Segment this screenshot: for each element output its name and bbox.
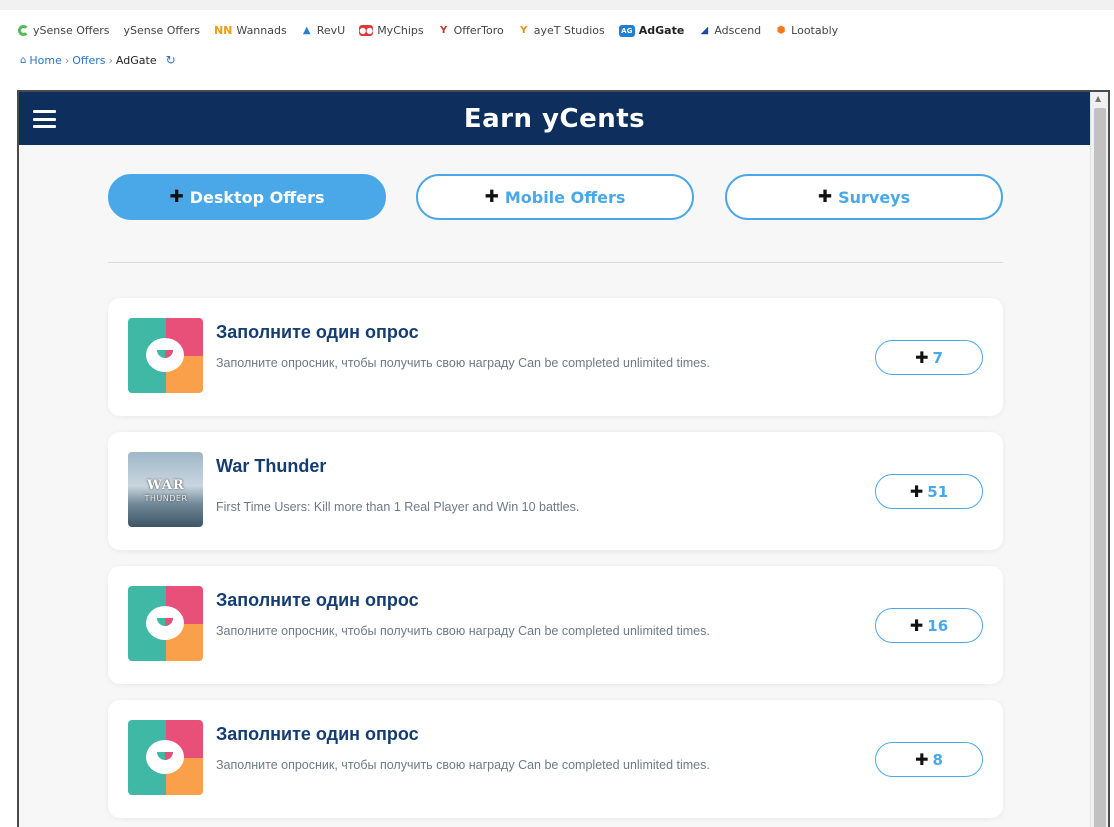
desktop-offers-button[interactable]: ✚ Desktop Offers: [108, 174, 386, 220]
plus-icon: ✚: [169, 187, 184, 207]
offer-title: Заполните один опрос: [216, 322, 419, 342]
tab-label: AdGate: [638, 24, 685, 37]
mobile-offers-button[interactable]: ✚ Mobile Offers: [416, 174, 694, 220]
plus-icon: ✚: [484, 187, 499, 207]
divider: [108, 262, 1003, 263]
war-thunder-thumbnail: WAR THUNDER: [128, 452, 203, 527]
survey-offer-thumbnail: [128, 318, 203, 393]
plus-icon: ✚: [915, 750, 929, 769]
ayet-icon: Y: [520, 24, 528, 36]
offer-card[interactable]: Заполните один опрос Заполните опросник,…: [108, 298, 1003, 416]
tab-label: MyChips: [377, 24, 424, 37]
adscend-icon: ◢: [700, 24, 709, 36]
category-label: Mobile Offers: [504, 187, 626, 207]
tab-revu[interactable]: ▲ RevU: [301, 24, 345, 37]
war-thunder-logo-sub: THUNDER: [144, 494, 188, 503]
tab-label: OfferToro: [453, 24, 504, 37]
tab-adgate[interactable]: AG AdGate: [618, 24, 685, 37]
tab-label: ySense Offers: [33, 24, 110, 37]
tab-label: Adscend: [714, 24, 762, 37]
breadcrumb-offers-link[interactable]: Offers: [72, 54, 105, 67]
offer-reward-button[interactable]: ✚ 7: [875, 340, 983, 375]
offer-note: Can be completed unlimited times.: [518, 758, 710, 772]
plus-icon: ✚: [909, 616, 924, 635]
offer-description: Заполните опросник, чтобы получить свою …: [216, 354, 736, 373]
offerwall-header: Earn yCents: [19, 92, 1090, 145]
tab-mychips[interactable]: ●● MyChips: [359, 24, 424, 37]
offer-desc-text: First Time Users: Kill more than 1 Real …: [216, 500, 580, 514]
offer-note: Can be completed unlimited times.: [518, 356, 710, 370]
scrollbar[interactable]: ▲: [1090, 92, 1108, 827]
spiral-icon: [18, 25, 29, 36]
offerwall-tabs: ySense Offers ySense Offers NN Wannads ▲…: [18, 24, 838, 37]
offer-title: Заполните один опрос: [216, 590, 419, 610]
scrollbar-thumb[interactable]: [1094, 108, 1106, 827]
offer-reward-button[interactable]: ✚ 8: [875, 742, 983, 777]
plus-icon: ✚: [915, 348, 929, 367]
offer-desc-text: Заполните опросник, чтобы получить свою …: [216, 758, 515, 772]
tab-label: ayeT Studios: [533, 24, 605, 37]
tab-offertoro[interactable]: Y OfferToro: [438, 24, 504, 37]
tab-adscend[interactable]: ◢ Adscend: [698, 24, 761, 37]
category-label: Desktop Offers: [189, 187, 325, 207]
plus-icon: ✚: [909, 482, 924, 501]
offer-card[interactable]: Заполните один опрос Заполните опросник,…: [108, 566, 1003, 684]
adgate-icon: AG: [618, 24, 635, 37]
reward-value: 7: [932, 348, 943, 367]
scroll-up-arrow-icon[interactable]: ▲: [1095, 94, 1101, 103]
tab-wannads[interactable]: NN Wannads: [214, 24, 287, 37]
surveys-button[interactable]: ✚ Surveys: [725, 174, 1003, 220]
offer-desc-text: Заполните опросник, чтобы получить свою …: [216, 624, 515, 638]
tab-label: Lootably: [791, 24, 839, 37]
category-label: Surveys: [838, 187, 911, 207]
home-icon: ⌂: [20, 54, 27, 66]
breadcrumb-home-link[interactable]: Home: [29, 54, 61, 67]
offer-note: Can be completed unlimited times.: [518, 624, 710, 638]
tab-label: RevU: [316, 24, 346, 37]
lootably-icon: ⬢: [776, 24, 786, 36]
refresh-icon[interactable]: ↻: [166, 53, 176, 67]
breadcrumb-separator: ›: [108, 53, 113, 67]
reward-value: 51: [927, 482, 949, 501]
offer-reward-button[interactable]: ✚ 51: [875, 474, 983, 509]
survey-offer-thumbnail: [128, 586, 203, 661]
offer-card[interactable]: Заполните один опрос Заполните опросник,…: [108, 700, 1003, 818]
offertoro-icon: Y: [440, 24, 448, 36]
offer-title: War Thunder: [216, 456, 327, 476]
offerwall-frame: Earn yCents ✚ Desktop Offers ✚ Mobile Of…: [17, 90, 1110, 827]
reward-value: 8: [932, 750, 943, 769]
survey-offer-thumbnail: [128, 720, 203, 795]
breadcrumb: ⌂ Home › Offers › AdGate ↻: [20, 53, 176, 67]
offer-card[interactable]: WAR THUNDER War Thunder First Time Users…: [108, 432, 1003, 550]
tab-label: ySense Offers: [123, 24, 200, 37]
tab-label: Wannads: [236, 24, 287, 37]
offer-reward-button[interactable]: ✚ 16: [875, 608, 983, 643]
offer-description: Заполните опросник, чтобы получить свою …: [216, 756, 736, 775]
offer-description: Заполните опросник, чтобы получить свою …: [216, 622, 736, 641]
offer-description: First Time Users: Kill more than 1 Real …: [216, 498, 736, 517]
revu-icon: ▲: [302, 24, 311, 36]
page-title: Earn yCents: [463, 104, 646, 134]
tab-ysense-offers-2[interactable]: ySense Offers: [123, 24, 199, 37]
plus-icon: ✚: [817, 187, 833, 207]
breadcrumb-current: AdGate: [115, 53, 157, 67]
tab-ysense-offers[interactable]: ySense Offers: [18, 24, 109, 37]
wannads-icon: NN: [213, 23, 233, 37]
breadcrumb-separator: ›: [64, 53, 70, 67]
mychips-icon: ●●: [359, 25, 374, 36]
tab-lootably[interactable]: ⬢ Lootably: [775, 24, 838, 37]
reward-value: 16: [927, 616, 949, 635]
tab-ayet-studios[interactable]: Y ayeT Studios: [518, 24, 605, 37]
offer-title: Заполните один опрос: [216, 724, 419, 744]
offerwall-tabs-bar: ySense Offers ySense Offers NN Wannads ▲…: [0, 0, 1114, 44]
offer-desc-text: Заполните опросник, чтобы получить свою …: [216, 356, 515, 370]
war-thunder-logo-icon: WAR: [147, 478, 185, 493]
